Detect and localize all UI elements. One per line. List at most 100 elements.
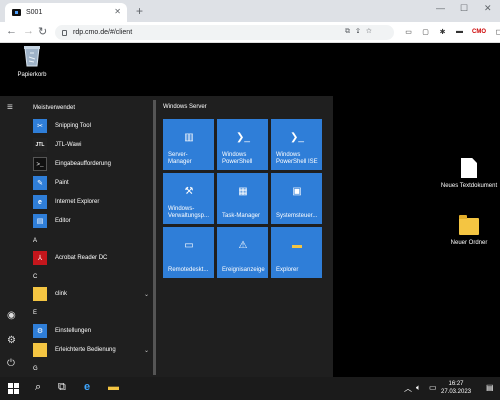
start-menu-rail: ≡ ◉ ⚙ ⏻ [0,96,26,377]
notepad-icon: ▤ [33,214,47,228]
desktop-icon-label: Neues Textdokument [440,183,498,189]
reader-mode-icon[interactable]: ▭ [404,27,413,36]
app-label: Eingabeaufforderung [55,161,111,167]
taskbar: ⌕ ⧉ e ▬ ︿ 🔈︎ ▭ 16:27 27.03.2023 ▤ [0,377,500,400]
app-item-acrobat-reader[interactable]: ⅄ Acrobat Reader DC [33,250,153,266]
windows-start-icon[interactable] [8,383,19,394]
close-tab-icon[interactable]: ✕ [114,7,121,16]
notification-icon[interactable]: ▤ [486,383,494,392]
powershell-ise-icon: ❯_ [290,131,304,143]
app-label: Einstellungen [55,328,92,334]
task-view-icon[interactable]: ⧉ [58,381,66,394]
app-list-scrollbar[interactable] [153,100,156,375]
app-item-clink[interactable]: clink ⌄ [33,286,153,302]
settings-icon: ⚙ [33,324,47,338]
tile-task-manager[interactable]: ▦ Task-Manager [217,173,268,224]
media-icon[interactable]: ▬ [455,27,464,36]
tile-label: Server- Manager [168,152,192,166]
taskbar-clock[interactable]: 16:27 27.03.2023 [441,380,471,397]
desktop-icon-label: Papierkorb [17,72,47,78]
app-label: Editor [55,218,71,224]
forward-button[interactable]: → [23,25,34,37]
group-letter-a[interactable]: A [33,238,37,244]
tab-search-icon[interactable]: ▢ [421,27,430,36]
tile-admin-tools[interactable]: ⚒ Windows- Verwaltungsp... [163,173,214,224]
url-text: rdp.cmo.de/#/client [73,29,133,36]
desktop-icon-label: Neuer Ordner [450,240,488,246]
remote-desktop-favicon-icon [12,9,21,16]
profile-icon[interactable]: ◻ [494,27,500,36]
app-list: Meistverwendet ✂ Snipping Tool JTL JTL-W… [26,96,157,377]
lock-icon [62,29,67,36]
address-bar[interactable]: rdp.cmo.de/#/client [55,25,394,40]
app-item-accessibility[interactable]: Erleichterte Bedienung ⌄ [33,342,153,358]
app-item-internet-explorer[interactable]: e Internet Explorer [33,194,153,210]
app-item-paint[interactable]: ✎ Paint [33,175,153,191]
tile-powershell-ise[interactable]: ❯_ Windows PowerShell ISE [271,119,322,170]
browser-toolbar: ← → ↻ rdp.cmo.de/#/client ⧉⇪☆ ▭ ▢ ✱ ▬ CM… [0,22,500,43]
desktop-icon-recycle-bin[interactable]: Papierkorb [17,45,47,78]
tile-label: Windows PowerShell ISE [276,152,318,166]
minimize-button[interactable]: — [436,3,445,13]
snipping-tool-icon: ✂ [33,119,47,133]
group-letter-c[interactable]: C [33,274,37,280]
chevron-down-icon[interactable]: ⌄ [144,291,149,298]
browser-tab[interactable]: S001 ✕ [5,3,127,22]
internet-explorer-taskbar-icon[interactable]: e [84,381,90,393]
task-manager-icon: ▦ [238,185,248,197]
tile-label: Explorer [276,267,299,274]
maximize-button[interactable]: ☐ [460,3,468,14]
tile-server-manager[interactable]: ▥ Server- Manager [163,119,214,170]
tile-event-viewer[interactable]: ⚠ Ereignisanzeige [217,227,268,278]
back-button[interactable]: ← [6,25,17,37]
tab-title: S001 [26,9,43,16]
user-account-icon[interactable]: ◉ [7,310,16,321]
file-explorer-taskbar-icon[interactable]: ▬ [108,381,119,393]
network-icon[interactable]: ▭ [429,383,437,392]
reload-button[interactable]: ↻ [38,25,47,38]
admin-tools-icon: ⚒ [184,185,194,197]
omnibox-action-icons[interactable]: ⧉⇪☆ [345,28,378,36]
app-label: Snipping Tool [55,123,91,129]
tile-remote-desktop[interactable]: ▭ Remotedeskt... [163,227,214,278]
app-label: Paint [55,180,69,186]
tile-control-panel[interactable]: ▣ Systemsteuer... [271,173,322,224]
powershell-icon: ❯_ [236,131,250,143]
cmo-extension-icon[interactable]: CMO [472,27,486,36]
chevron-down-icon[interactable]: ⌄ [144,347,149,354]
most-used-header: Meistverwendet [33,105,76,111]
folder-icon [33,343,47,357]
app-label: Acrobat Reader DC [55,255,108,261]
extensions-puzzle-icon[interactable]: ✱ [438,27,447,36]
desktop-icon-text-document[interactable]: Neues Textdokument [438,158,500,189]
tile-file-explorer[interactable]: ▬ Explorer [271,227,322,278]
tile-label: Windows- Verwaltungsp... [168,206,210,220]
tile-label: Windows PowerShell [222,152,253,166]
paint-icon: ✎ [33,176,47,190]
power-icon[interactable]: ⏻ [7,358,15,369]
text-document-icon [461,158,477,178]
control-panel-icon: ▣ [292,185,302,197]
desktop-icon-new-folder[interactable]: Neuer Ordner [446,215,492,246]
tile-label: Remotedeskt... [168,267,209,274]
group-letter-e[interactable]: E [33,310,37,316]
new-tab-button[interactable]: + [136,4,143,18]
app-item-command-prompt[interactable]: >_ Eingabeaufforderung [33,156,153,172]
tray-chevron-up-icon[interactable]: ︿ [404,383,412,394]
app-item-settings[interactable]: ⚙ Einstellungen [33,323,153,339]
file-explorer-icon: ▬ [292,239,302,251]
app-item-snipping-tool[interactable]: ✂ Snipping Tool [33,118,153,134]
tile-label: Ereignisanzeige [222,267,265,274]
close-window-button[interactable]: ✕ [484,3,492,14]
group-letter-g[interactable]: G [33,366,38,372]
app-item-jtl-wawi[interactable]: JTL JTL-Wawi [33,137,153,153]
app-item-editor[interactable]: ▤ Editor [33,213,153,229]
clock-date: 27.03.2023 [441,389,472,396]
search-icon[interactable]: ⌕ [35,381,41,394]
settings-gear-icon[interactable]: ⚙ [7,335,16,346]
tile-powershell[interactable]: ❯_ Windows PowerShell [217,119,268,170]
command-prompt-icon: >_ [33,157,47,171]
speaker-icon[interactable]: 🔈︎ [416,383,421,393]
hamburger-menu-icon[interactable]: ≡ [7,102,13,113]
tiles-group-title: Windows Server [163,104,207,110]
